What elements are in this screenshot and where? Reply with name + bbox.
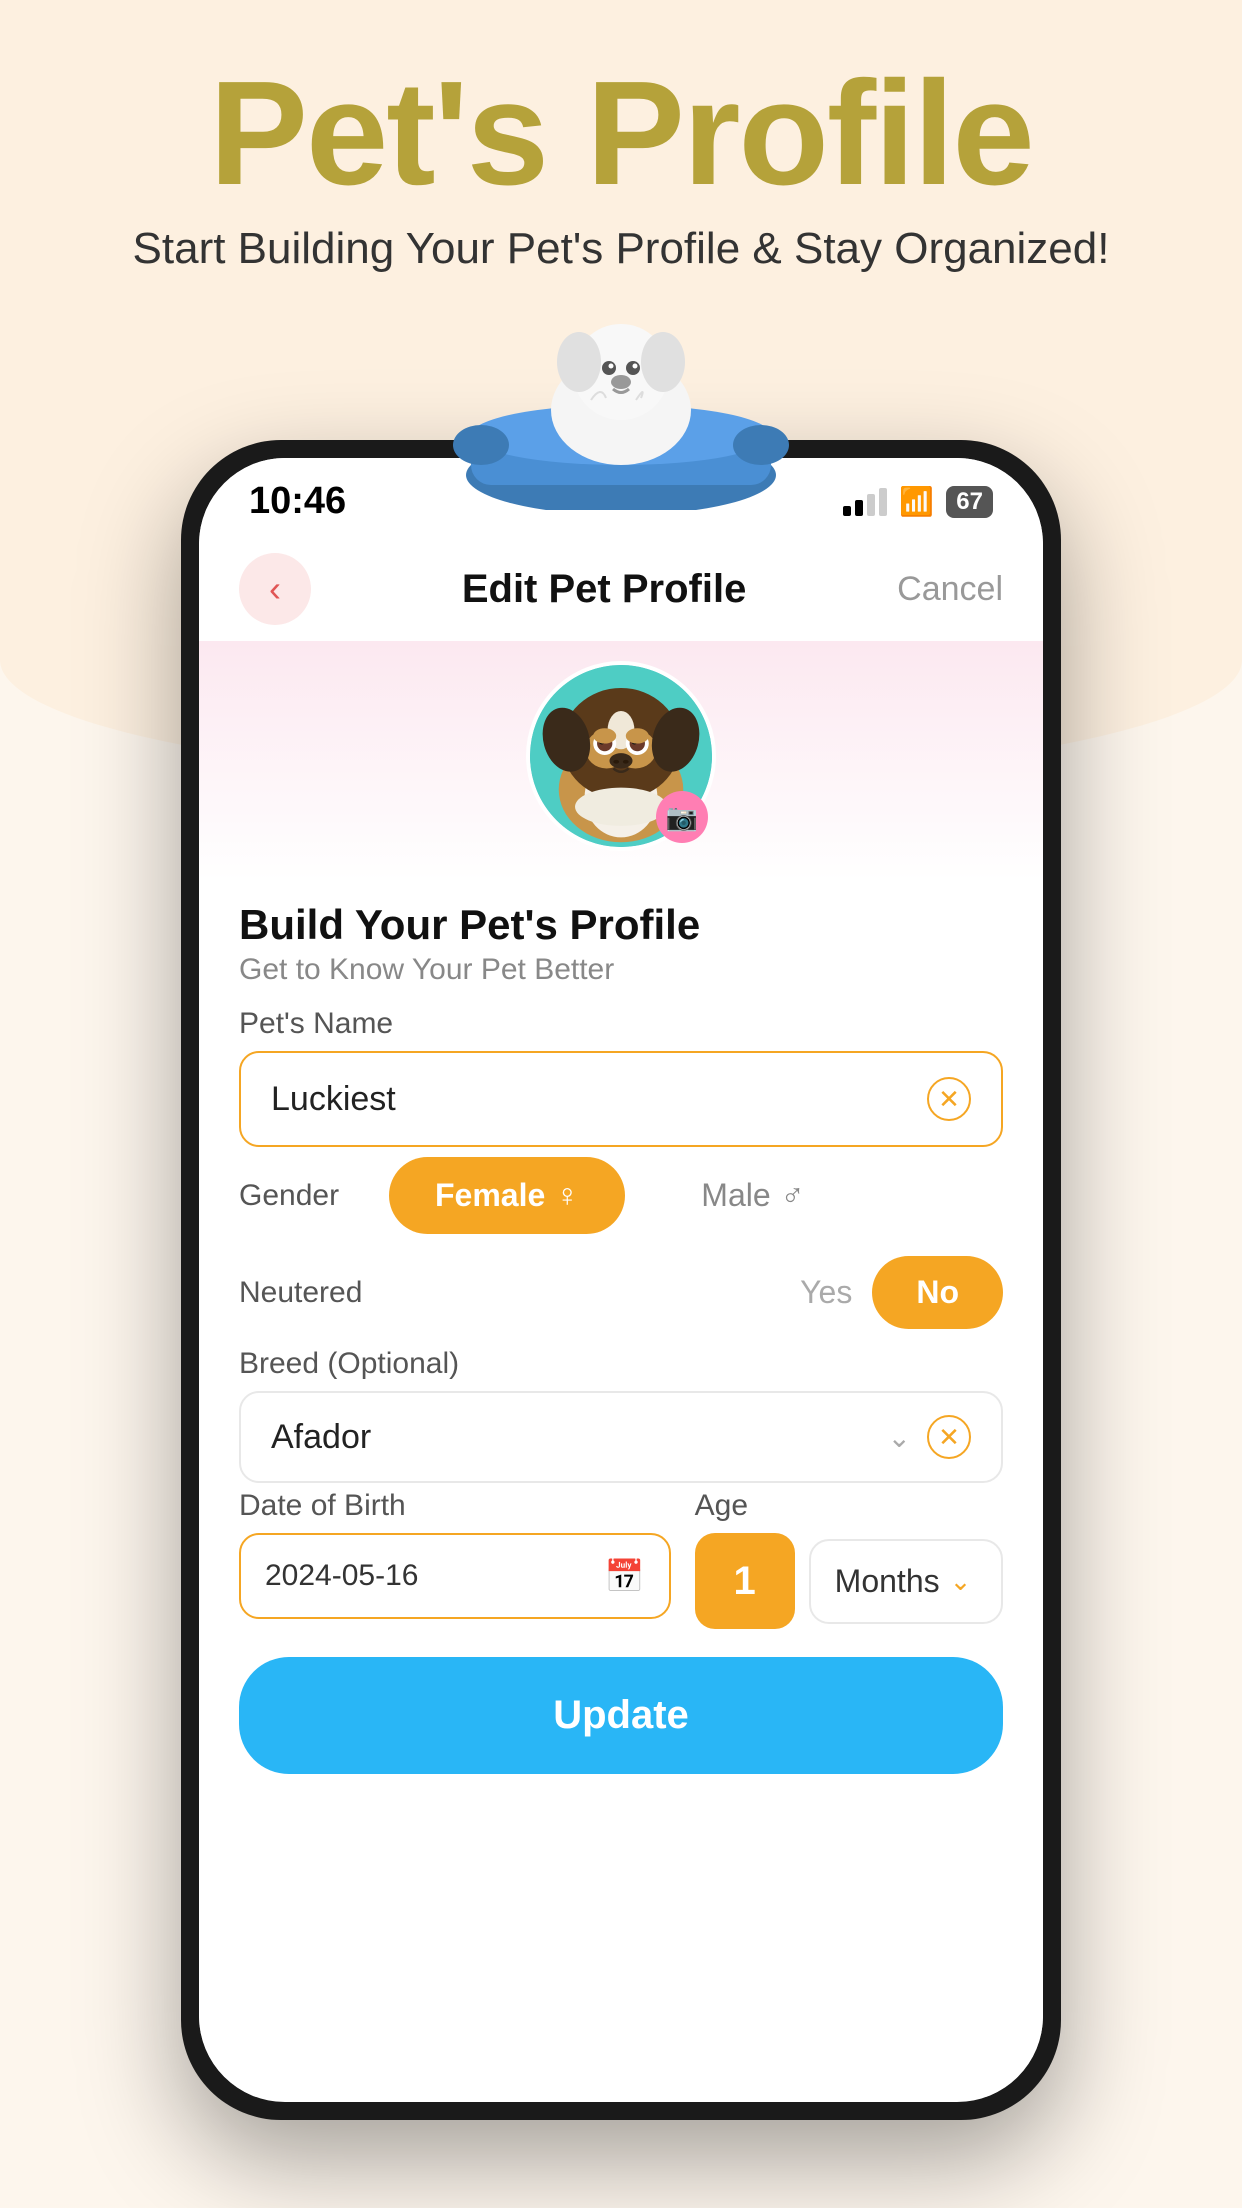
gender-label: Gender bbox=[239, 1179, 359, 1213]
neutered-options: Yes No bbox=[800, 1256, 1003, 1329]
breed-controls: ⌄ ✕ bbox=[888, 1415, 971, 1459]
dog-illustration bbox=[451, 290, 791, 510]
profile-pic-wrapper: 📷 bbox=[526, 661, 716, 851]
age-label: Age bbox=[695, 1489, 1003, 1523]
nav-bar: ‹ Edit Pet Profile Cancel bbox=[239, 533, 1003, 641]
status-icons: 📶 67 bbox=[843, 485, 993, 518]
cancel-button[interactable]: Cancel bbox=[897, 570, 1003, 609]
calendar-icon: 📅 bbox=[605, 1557, 645, 1595]
page-title: Pet's Profile bbox=[0, 60, 1242, 208]
breed-value: Afador bbox=[271, 1418, 371, 1457]
back-button[interactable]: ‹ bbox=[239, 553, 311, 625]
pet-name-label: Pet's Name bbox=[239, 1007, 1003, 1041]
breed-select[interactable]: Afador ⌄ ✕ bbox=[239, 1391, 1003, 1483]
age-field: Age 1 Months ⌄ bbox=[695, 1489, 1003, 1629]
age-row: 1 Months ⌄ bbox=[695, 1533, 1003, 1629]
months-chevron-icon: ⌄ bbox=[950, 1566, 972, 1597]
age-number[interactable]: 1 bbox=[695, 1533, 795, 1629]
wifi-icon: 📶 bbox=[899, 485, 934, 518]
battery-icon: 67 bbox=[946, 486, 993, 518]
status-time: 10:46 bbox=[249, 480, 346, 523]
female-button[interactable]: Female ♀ bbox=[389, 1157, 625, 1234]
female-label: Female bbox=[435, 1177, 545, 1214]
signal-icon bbox=[843, 488, 887, 516]
neutered-label: Neutered bbox=[239, 1276, 362, 1310]
dog-bed-svg bbox=[451, 290, 791, 510]
section-title: Build Your Pet's Profile bbox=[239, 901, 1003, 949]
breed-chevron-icon: ⌄ bbox=[888, 1421, 911, 1454]
phone-screen: 10:46 📶 67 ‹ Edit Pet Profile Ca bbox=[199, 458, 1043, 2102]
clear-breed-icon: ✕ bbox=[938, 1422, 960, 1453]
age-unit-dropdown[interactable]: Months ⌄ bbox=[809, 1539, 1003, 1624]
pet-name-value: Luckiest bbox=[271, 1080, 396, 1119]
camera-icon: 📷 bbox=[666, 802, 698, 833]
update-button[interactable]: Update bbox=[239, 1657, 1003, 1774]
page-header: Pet's Profile Start Building Your Pet's … bbox=[0, 60, 1242, 274]
section-subtitle: Get to Know Your Pet Better bbox=[239, 953, 1003, 987]
dob-field: Date of Birth 2024-05-16 📅 bbox=[239, 1489, 671, 1619]
pet-name-input[interactable]: Luckiest ✕ bbox=[239, 1051, 1003, 1147]
female-symbol-icon: ♀ bbox=[555, 1177, 579, 1214]
clear-icon: ✕ bbox=[938, 1084, 960, 1115]
yes-option[interactable]: Yes bbox=[800, 1274, 852, 1311]
dob-label: Date of Birth bbox=[239, 1489, 671, 1523]
male-label: Male bbox=[701, 1177, 770, 1214]
neutered-row: Neutered Yes No bbox=[239, 1256, 1003, 1329]
app-content: ‹ Edit Pet Profile Cancel bbox=[199, 533, 1043, 2097]
male-symbol-icon: ♂ bbox=[781, 1177, 805, 1214]
dob-input[interactable]: 2024-05-16 📅 bbox=[239, 1533, 671, 1619]
age-unit-value: Months bbox=[835, 1563, 940, 1600]
profile-pic-section: 📷 bbox=[199, 641, 1043, 881]
back-arrow-icon: ‹ bbox=[269, 568, 281, 610]
dob-age-row: Date of Birth 2024-05-16 📅 Age 1 Months … bbox=[239, 1489, 1003, 1629]
dob-value: 2024-05-16 bbox=[265, 1559, 418, 1593]
page-subtitle: Start Building Your Pet's Profile & Stay… bbox=[0, 224, 1242, 274]
phone-mockup: 10:46 📶 67 ‹ Edit Pet Profile Ca bbox=[181, 440, 1061, 2120]
male-button[interactable]: Male ♂ bbox=[655, 1157, 850, 1234]
breed-label: Breed (Optional) bbox=[239, 1347, 1003, 1381]
gender-row: Gender Female ♀ Male ♂ bbox=[239, 1157, 1003, 1234]
nav-title: Edit Pet Profile bbox=[462, 567, 747, 612]
clear-breed-button[interactable]: ✕ bbox=[927, 1415, 971, 1459]
change-photo-button[interactable]: 📷 bbox=[656, 791, 708, 843]
no-button[interactable]: No bbox=[872, 1256, 1003, 1329]
clear-name-button[interactable]: ✕ bbox=[927, 1077, 971, 1121]
